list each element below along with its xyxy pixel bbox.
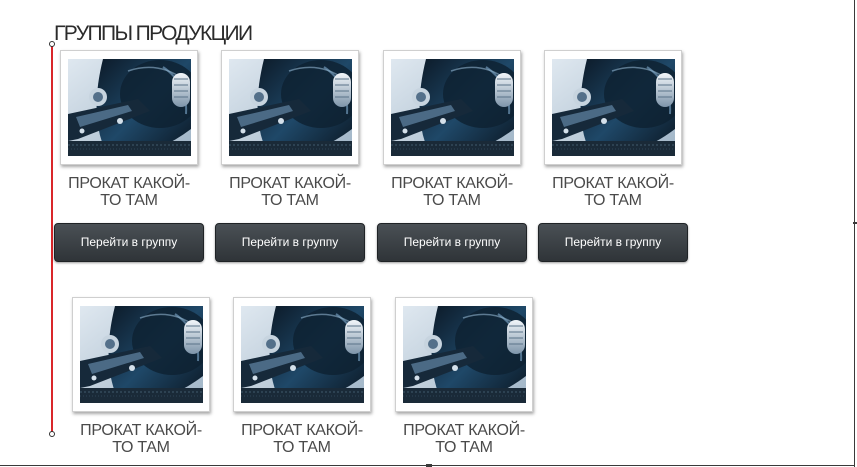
group-thumbnail[interactable] [233,297,371,412]
group-title: ПРОКАТ КАКОЙ- ТО ТАМ [377,175,527,209]
group-title-line: ТО ТАМ [100,192,158,209]
group-title: ПРОКАТ КАКОЙ- ТО ТАМ [215,175,365,209]
canvas-right-edge [854,0,855,467]
group-title: ПРОКАТ КАКОЙ- ТО ТАМ [54,175,204,209]
group-title-line: ПРОКАТ КАКОЙ- [68,175,190,192]
group-title-line: ТО ТАМ [584,192,642,209]
hard-drive-image-icon [403,306,526,403]
guide-handle-top[interactable] [49,41,55,47]
group-title: ПРОКАТ КАКОЙ- ТО ТАМ [66,422,216,456]
group-thumbnail[interactable] [60,50,198,165]
go-to-group-button[interactable]: Перейти в группу [538,223,688,262]
hard-drive-image-icon [68,59,191,156]
hard-drive-image-icon [552,59,675,156]
go-to-group-button[interactable]: Перейти в группу [377,223,527,262]
group-thumbnail[interactable] [221,50,359,165]
section-title: ГРУППЫ ПРОДУКЦИИ [54,22,253,45]
group-title-line: ПРОКАТ КАКОЙ- [552,175,674,192]
selection-guide-line[interactable] [51,44,53,435]
group-title: ПРОКАТ КАКОЙ- ТО ТАМ [538,175,688,209]
group-thumbnail[interactable] [395,297,533,412]
group-thumbnail[interactable] [383,50,521,165]
group-title-line: ТО ТАМ [423,192,481,209]
hard-drive-image-icon [80,306,203,403]
canvas-resize-marker [853,222,857,224]
group-title-line: ТО ТАМ [261,192,319,209]
group-title-line: ПРОКАТ КАКОЙ- [403,422,525,439]
group-title-line: ПРОКАТ КАКОЙ- [391,175,513,192]
group-title-line: ПРОКАТ КАКОЙ- [229,175,351,192]
guide-handle-bottom[interactable] [49,431,55,437]
group-thumbnail[interactable] [72,297,210,412]
group-title-line: ТО ТАМ [273,439,331,456]
hard-drive-image-icon [241,306,364,403]
hard-drive-image-icon [229,59,352,156]
group-title-line: ТО ТАМ [435,439,493,456]
group-title-line: ПРОКАТ КАКОЙ- [241,422,363,439]
group-title-line: ПРОКАТ КАКОЙ- [80,422,202,439]
hard-drive-image-icon [391,59,514,156]
group-title: ПРОКАТ КАКОЙ- ТО ТАМ [389,422,539,456]
group-title-line: ТО ТАМ [112,439,170,456]
go-to-group-button[interactable]: Перейти в группу [54,223,204,262]
group-title: ПРОКАТ КАКОЙ- ТО ТАМ [227,422,377,456]
go-to-group-button[interactable]: Перейти в группу [215,223,365,262]
group-thumbnail[interactable] [544,50,682,165]
